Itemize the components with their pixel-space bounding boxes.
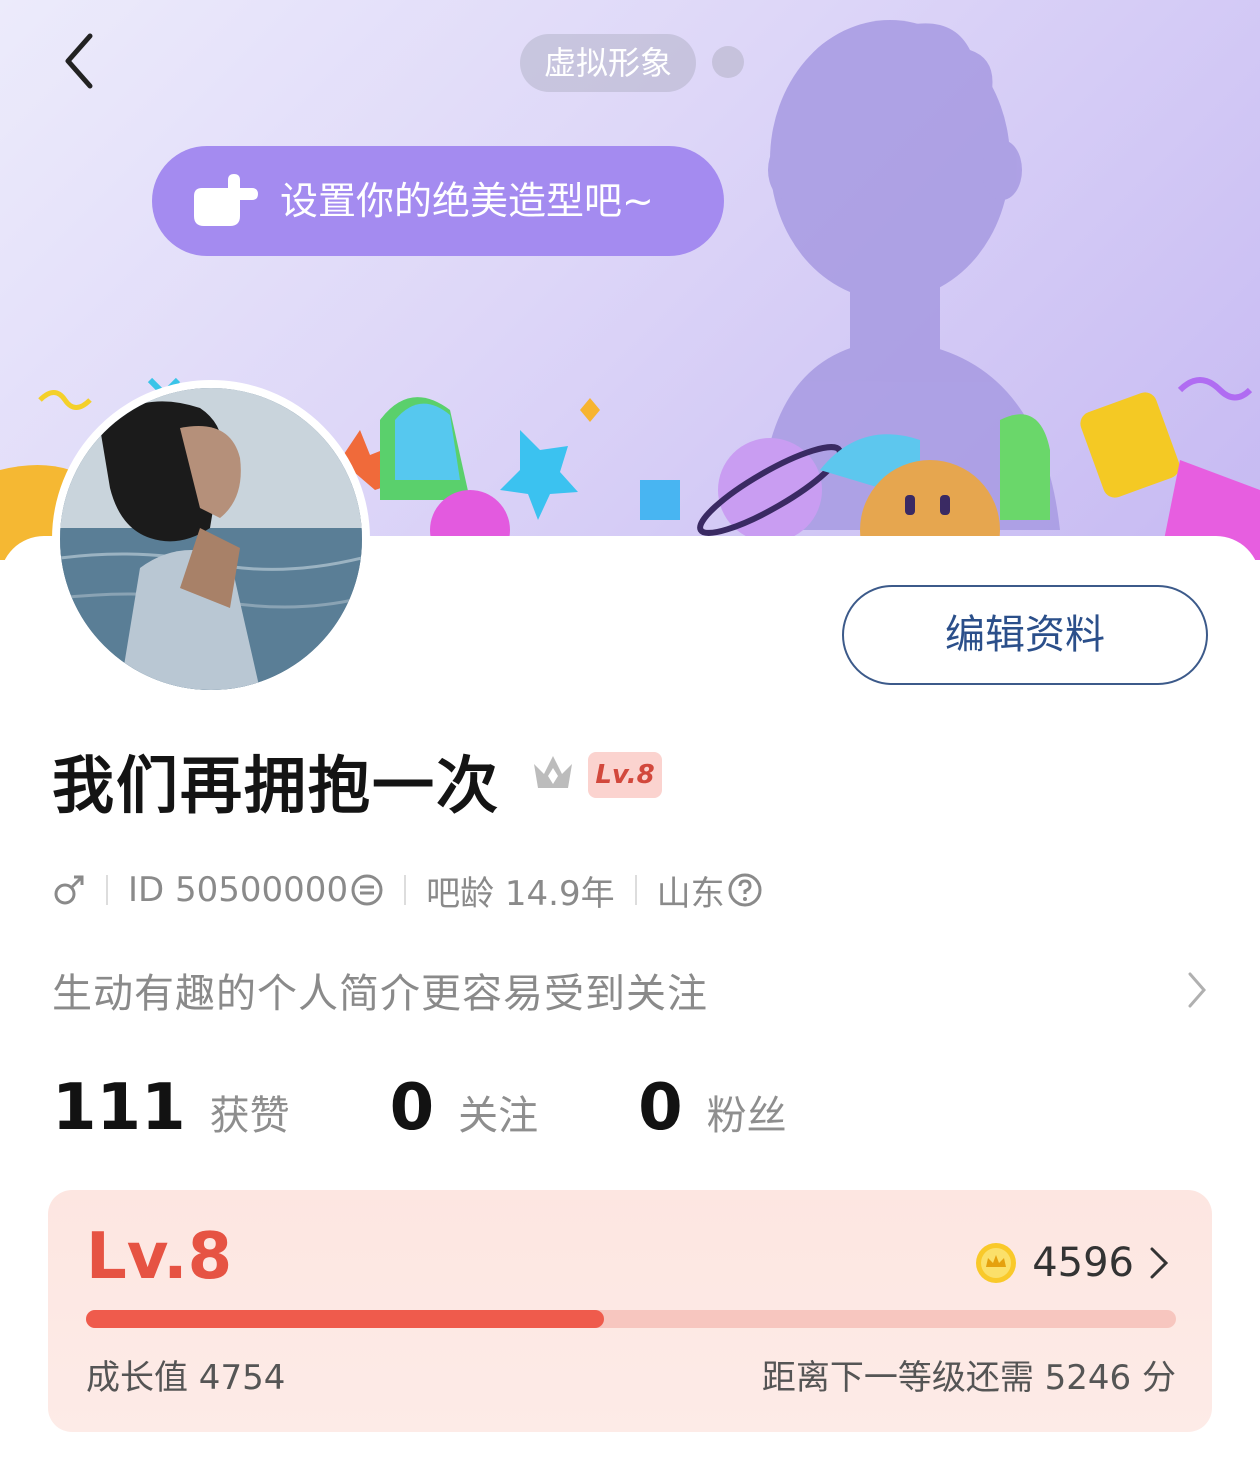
growth-progress-fill: [86, 1310, 605, 1328]
bio-row[interactable]: 生动有趣的个人简介更容易受到关注: [52, 958, 1212, 1022]
coin-balance[interactable]: 4596: [974, 1238, 1172, 1288]
coin-value: 4596: [1032, 1240, 1134, 1286]
divider: [634, 875, 637, 905]
chevron-right-icon: [1188, 972, 1206, 1008]
forum-age: 吧龄 14.9年: [426, 873, 615, 914]
help-icon[interactable]: [727, 872, 763, 908]
stat-value: 0: [389, 1071, 435, 1145]
next-level-requirement: 距离下一等级还需 5246 分: [761, 1358, 1176, 1398]
stat-likes[interactable]: 111 获赞: [52, 1071, 290, 1145]
stat-followers[interactable]: 0 粉丝: [638, 1071, 787, 1145]
copy-id-icon[interactable]: [350, 873, 384, 907]
stat-label: 粉丝: [706, 1093, 787, 1139]
level-badge: Lv.8: [588, 752, 662, 798]
divider: [106, 875, 108, 905]
stat-value: 111: [52, 1071, 186, 1145]
user-id: ID 50500000: [128, 870, 349, 910]
virtual-avatar-tab[interactable]: 虚拟形象: [520, 34, 696, 92]
stat-value: 0: [638, 1071, 683, 1145]
level-card[interactable]: Lv.8 4596 成长值 4754 距离下一等级还需 5246 分: [48, 1190, 1212, 1432]
chevron-right-icon: [1150, 1247, 1169, 1279]
growth-value: 成长值 4754: [86, 1358, 286, 1398]
toggle-dot[interactable]: [712, 46, 744, 78]
pointing-hand-icon: [194, 174, 258, 226]
profile-meta-row: ID 50500000 吧龄 14.9年 山东: [52, 860, 763, 920]
username: 我们再拥抱一次: [52, 749, 501, 822]
edit-profile-button[interactable]: 编辑资料: [842, 585, 1208, 685]
growth-info: 成长值 4754 距离下一等级还需 5246 分: [86, 1350, 1176, 1399]
stats-row: 111 获赞 0 关注 0 粉丝: [52, 1068, 787, 1148]
coin-icon: [976, 1243, 1017, 1283]
male-icon: [52, 873, 86, 907]
back-arrow-icon[interactable]: [48, 24, 118, 98]
stat-label: 获赞: [209, 1093, 290, 1139]
avatar-photo: [60, 388, 362, 690]
stat-label: 关注: [458, 1093, 539, 1139]
bio-placeholder: 生动有趣的个人简介更容易受到关注: [52, 971, 708, 1017]
growth-progress-bar: [86, 1310, 1176, 1328]
region: 山东: [656, 873, 725, 914]
stat-following[interactable]: 0 关注: [390, 1071, 539, 1145]
user-avatar[interactable]: [52, 380, 370, 698]
divider: [404, 875, 407, 905]
crown-badge-icon: [534, 756, 572, 788]
level-label: Lv.8: [86, 1220, 233, 1294]
